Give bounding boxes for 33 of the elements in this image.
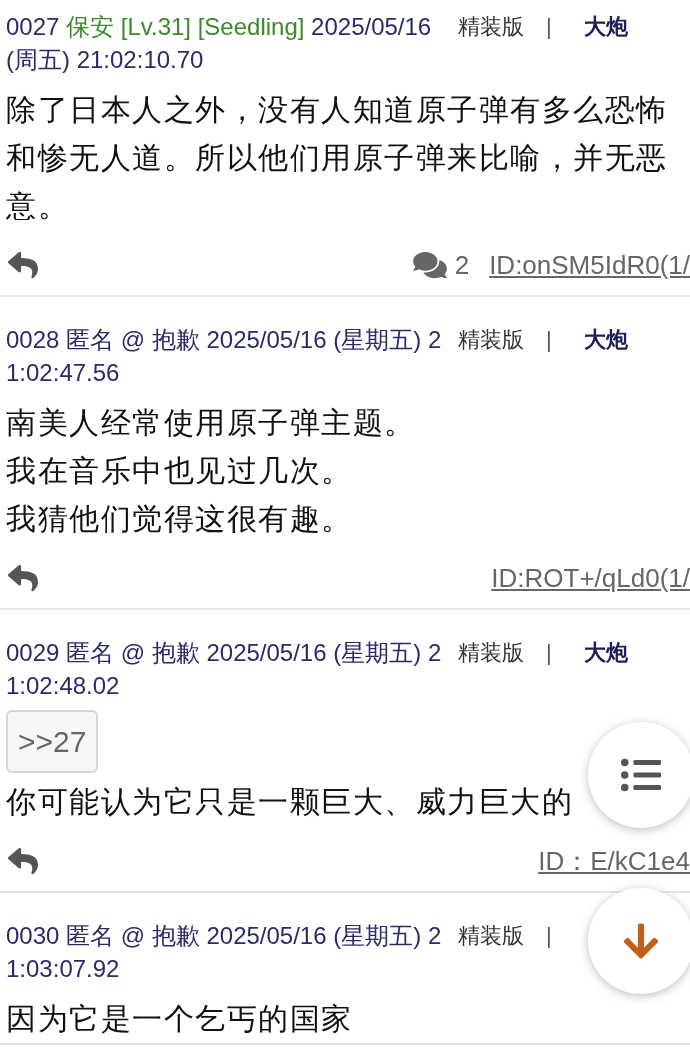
quote-link[interactable]: >>27 bbox=[6, 710, 99, 773]
edition-label: 精装版 bbox=[458, 326, 524, 354]
comment-count: 2 bbox=[454, 250, 470, 280]
reply-icon[interactable] bbox=[8, 250, 38, 280]
post-text: 我在音乐中也见过几次。 bbox=[6, 453, 353, 489]
edition-label: 精装版 bbox=[458, 13, 524, 41]
post-text: 你可能认为它只是一颗巨大、威力巨大的 bbox=[6, 784, 573, 820]
post-text: 除了日本人之外，没有人知道原子弹有多么恐怖和惨无人道。所以他们用原子弹来比喻，并无恶意。 bbox=[6, 92, 669, 224]
edition-label: 精装版 bbox=[458, 639, 524, 667]
separator: | bbox=[546, 326, 552, 354]
separator: | bbox=[546, 13, 552, 41]
reply-icon[interactable] bbox=[8, 846, 38, 876]
post-header: 0028 匿名 @ 抱歉 2025/05/16 (星期五) 21:02:47.56 bbox=[6, 325, 443, 388]
post-header: 0029 匿名 @ 抱歉 2025/05/16 (星期五) 21:02:48.02 bbox=[6, 638, 443, 701]
separator: | bbox=[546, 639, 552, 667]
edition-label: 精装版 bbox=[458, 922, 524, 950]
poster-id-link[interactable]: ID:ROT+/qLd0(1/ bbox=[491, 563, 690, 593]
separator: | bbox=[546, 922, 552, 950]
post-text: 因为它是一个乞丐的国家 bbox=[6, 1001, 353, 1037]
reply-icon[interactable] bbox=[8, 563, 38, 593]
tag-label[interactable]: 大炮 bbox=[583, 636, 628, 669]
tag-label[interactable]: 大炮 bbox=[583, 10, 628, 43]
scroll-down-button[interactable] bbox=[588, 888, 690, 994]
poster-id-link[interactable]: ID:onSM5IdR0(1/ bbox=[489, 250, 690, 280]
comments-icon[interactable] bbox=[410, 250, 449, 280]
arrow-down-icon bbox=[621, 921, 661, 961]
post-text: 我猜他们觉得这很有趣。 bbox=[6, 501, 353, 537]
poster-id-link[interactable]: ID：E/kC1e4 bbox=[538, 846, 690, 876]
post-text: 南美人经常使用原子弹主题。 bbox=[6, 405, 416, 441]
post-header: 0030 匿名 @ 抱歉 2025/05/16 (星期五) 21:03:07.92 bbox=[6, 921, 443, 984]
menu-button[interactable] bbox=[588, 722, 690, 828]
post-header: 0027 保安 [Lv.31] [Seedling] 2025/05/16 (周五) 21:02:10.70 bbox=[6, 12, 433, 75]
tag-label[interactable]: 大炮 bbox=[583, 323, 628, 356]
